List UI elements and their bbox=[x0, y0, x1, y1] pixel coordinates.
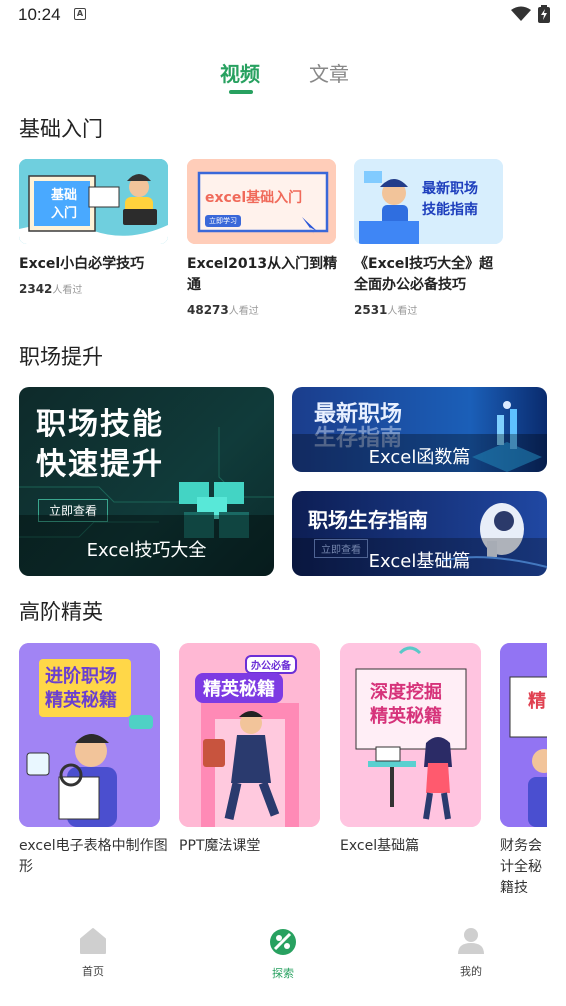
home-icon bbox=[80, 928, 106, 954]
course-title: Excel小白必学技巧 bbox=[19, 256, 145, 272]
status-bar: 10:24 A bbox=[0, 0, 566, 30]
elite-course-list[interactable]: 进阶职场 精英秘籍 excel电子表格中制作图形 办公必备 精英秘籍 PPT魔法… bbox=[0, 643, 547, 893]
thumb-text: excel基础入门 bbox=[205, 190, 303, 206]
course-thumbnail: 进阶职场 精英秘籍 bbox=[19, 643, 160, 827]
section-title-elite: 高阶精英 bbox=[19, 600, 103, 624]
content-type-tabs: 视频 文章 bbox=[0, 58, 566, 98]
course-card[interactable]: 进阶职场 精英秘籍 excel电子表格中制作图形 bbox=[19, 643, 168, 878]
view-number: 2531 bbox=[354, 303, 388, 317]
thumb-text: 精英秘籍 bbox=[45, 690, 117, 711]
course-thumbnail: excel基础入门 立即学习 bbox=[187, 159, 336, 244]
explore-icon bbox=[270, 929, 296, 955]
course-illustration bbox=[19, 159, 168, 244]
course-card[interactable]: 最新职场 技能指南 《Excel技巧大全》超全面办公必备技巧 2531人看过 bbox=[354, 159, 504, 317]
view-count: 2342人看过 bbox=[19, 281, 169, 296]
course-title: excel电子表格中制作图形 bbox=[19, 838, 168, 875]
nav-explore-label: 探索 bbox=[272, 967, 294, 980]
promo-line: 职场生存指南 bbox=[308, 508, 428, 532]
thumb-text: 深度挖掘 bbox=[370, 682, 442, 703]
section-title-workplace: 职场提升 bbox=[19, 345, 103, 369]
course-thumbnail: 精 bbox=[500, 643, 547, 827]
view-number: 2342 bbox=[19, 282, 53, 296]
course-title: PPT魔法课堂 bbox=[179, 838, 261, 854]
nav-explore[interactable]: 探索 bbox=[253, 927, 313, 981]
course-title: Excel基础篇 bbox=[340, 838, 420, 854]
thumb-text: 精英秘籍 bbox=[195, 673, 283, 703]
course-illustration bbox=[500, 643, 547, 827]
course-thumbnail: 办公必备 精英秘籍 bbox=[179, 643, 320, 827]
section-title-basic: 基础入门 bbox=[19, 117, 103, 141]
thumb-text: 入门 bbox=[51, 206, 78, 221]
course-title: Excel2013从入门到精通 bbox=[187, 256, 338, 293]
battery-icon bbox=[538, 5, 550, 23]
workplace-card-large[interactable]: 职场技能 快速提升 立即查看 Excel技巧大全 bbox=[19, 387, 274, 576]
thumb-text: 技能指南 bbox=[422, 202, 478, 218]
wifi-icon bbox=[511, 6, 531, 21]
card-caption: Excel基础篇 bbox=[368, 551, 471, 572]
view-count: 48273人看过 bbox=[187, 302, 337, 317]
person-icon bbox=[458, 928, 484, 954]
nav-home-label: 首页 bbox=[82, 965, 104, 978]
thumb-text: 最新职场 bbox=[422, 181, 478, 197]
thumb-text: 进阶职场 bbox=[45, 666, 117, 687]
course-thumbnail: 基础 入门 bbox=[19, 159, 168, 244]
active-tab-indicator bbox=[229, 90, 253, 94]
view-suffix: 人看过 bbox=[228, 306, 259, 317]
course-thumbnail: 深度挖掘 精英秘籍 bbox=[340, 643, 481, 827]
card-caption: Excel函数篇 bbox=[368, 447, 471, 468]
view-count: 2531人看过 bbox=[354, 302, 504, 317]
thumb-tag: 办公必备 bbox=[245, 655, 297, 674]
view-suffix: 人看过 bbox=[387, 306, 418, 317]
nav-mine-label: 我的 bbox=[460, 965, 482, 978]
course-title: 《Excel技巧大全》超全面办公必备技巧 bbox=[354, 256, 494, 293]
course-card[interactable]: 精 财务会计全秘籍技 bbox=[500, 643, 547, 893]
workplace-card-basics[interactable]: 职场生存指南 立即查看 Excel基础篇 bbox=[292, 491, 547, 576]
workplace-card-functions[interactable]: 最新职场 生存指南 Excel函数篇 bbox=[292, 387, 547, 472]
tab-video[interactable]: 视频 bbox=[220, 58, 260, 87]
course-illustration bbox=[340, 643, 481, 827]
status-time: 10:24 bbox=[18, 5, 61, 24]
nav-mine[interactable]: 我的 bbox=[441, 927, 501, 979]
bottom-navigation: 首页 探索 我的 bbox=[0, 915, 566, 1006]
course-card[interactable]: 办公必备 精英秘籍 PPT魔法课堂 bbox=[179, 643, 321, 857]
course-card[interactable]: 基础 入门 Excel小白必学技巧 2342人看过 bbox=[19, 159, 169, 296]
notification-icon: A bbox=[74, 8, 86, 20]
course-title: 财务会计全秘籍技 bbox=[500, 838, 542, 893]
nav-home[interactable]: 首页 bbox=[63, 927, 123, 979]
card-caption: Excel技巧大全 bbox=[86, 540, 207, 561]
thumb-text: 基础 bbox=[51, 188, 78, 203]
course-card[interactable]: 深度挖掘 精英秘籍 Excel基础篇 bbox=[340, 643, 482, 857]
thumb-text: 精英秘籍 bbox=[370, 706, 442, 727]
promo-line: 最新职场 bbox=[314, 402, 403, 427]
promo-line: 职场技能 bbox=[36, 407, 164, 442]
course-thumbnail: 最新职场 技能指南 bbox=[354, 159, 503, 244]
view-number: 48273 bbox=[187, 303, 229, 317]
thumb-text: 精 bbox=[528, 691, 546, 712]
promo-line: 快速提升 bbox=[36, 447, 164, 482]
thumb-button: 立即学习 bbox=[205, 215, 241, 227]
tab-article[interactable]: 文章 bbox=[309, 58, 349, 87]
view-suffix: 人看过 bbox=[52, 285, 83, 296]
course-card[interactable]: excel基础入门 立即学习 Excel2013从入门到精通 48273人看过 bbox=[187, 159, 337, 317]
